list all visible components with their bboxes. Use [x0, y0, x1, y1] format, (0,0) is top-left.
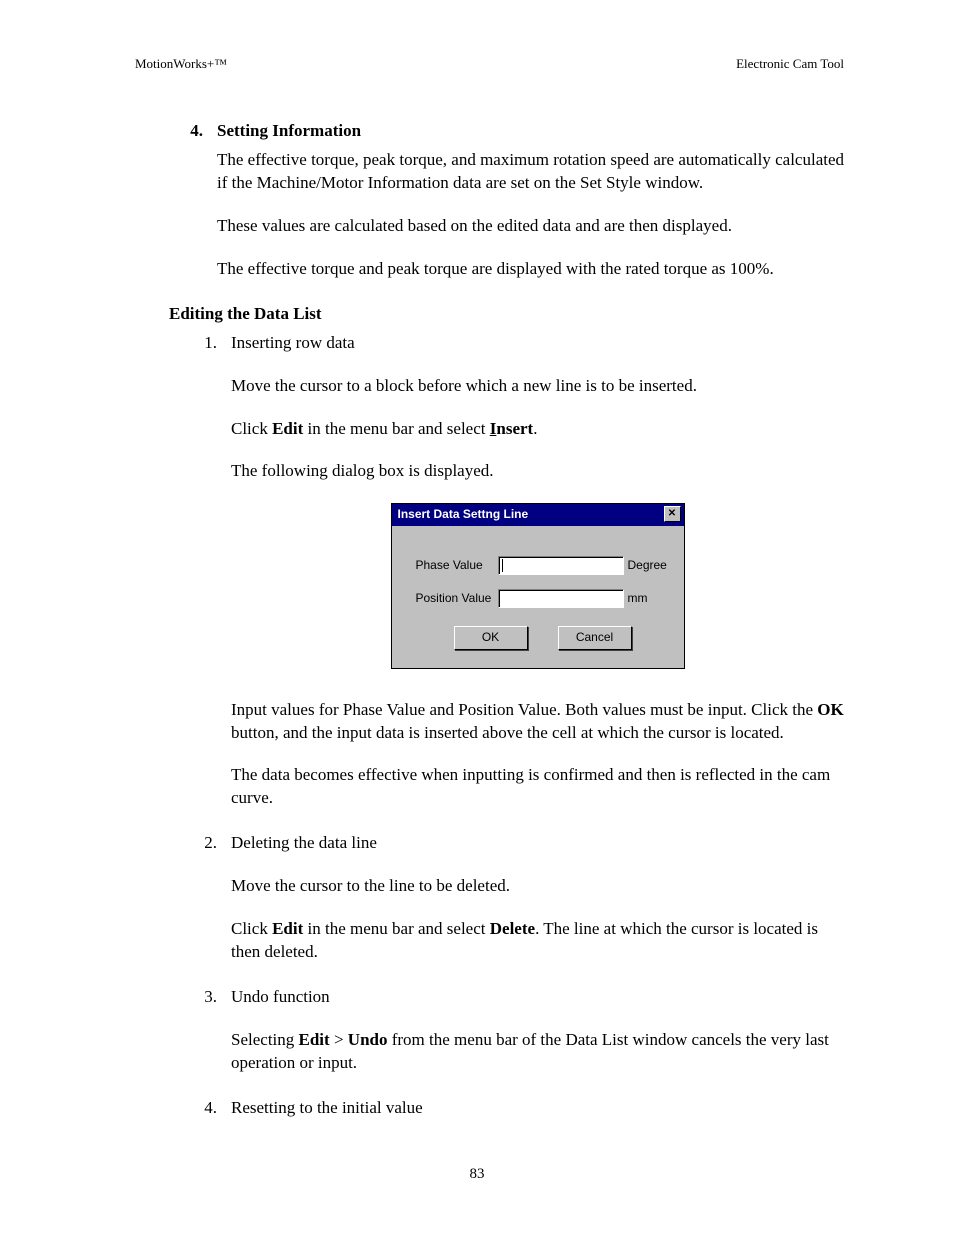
list-item-4: 4. Resetting to the initial value	[183, 1097, 844, 1140]
close-icon[interactable]: ✕	[664, 506, 681, 522]
body-text: The effective torque and peak torque are…	[217, 258, 844, 281]
dialog-titlebar: Insert Data Settng Line ✕	[392, 504, 684, 525]
body-text: Move the cursor to the line to be delete…	[231, 875, 844, 898]
body-text: The data becomes effective when inputtin…	[231, 764, 844, 810]
header-left: MotionWorks+™	[135, 56, 227, 72]
item-4-title: Resetting to the initial value	[231, 1097, 844, 1120]
section-4: 4. Setting Information The effective tor…	[169, 120, 844, 301]
list-number: 4.	[183, 1097, 231, 1140]
insert-data-dialog: Insert Data Settng Line ✕ Phase Value De…	[391, 503, 685, 668]
list-number: 3.	[183, 986, 231, 1095]
item-2-title: Deleting the data line	[231, 832, 844, 855]
dialog-title: Insert Data Settng Line	[398, 506, 529, 522]
ok-button[interactable]: OK	[454, 626, 528, 650]
list-item-1: 1. Inserting row data Move the cursor to…	[183, 332, 844, 831]
section-4-title: Setting Information	[217, 120, 844, 143]
list-number: 2.	[183, 832, 231, 984]
position-value-unit: mm	[624, 590, 670, 606]
page-number: 83	[0, 1166, 954, 1183]
phase-value-label: Phase Value	[416, 557, 498, 573]
body-text: Move the cursor to a block before which …	[231, 375, 844, 398]
position-value-input[interactable]	[498, 589, 624, 608]
body-text: The effective torque, peak torque, and m…	[217, 149, 844, 195]
body-text: Click Edit in the menu bar and select In…	[231, 418, 844, 441]
cancel-button[interactable]: Cancel	[558, 626, 632, 650]
list-number: 4.	[169, 120, 217, 301]
item-1-title: Inserting row data	[231, 332, 844, 355]
list-item-3: 3. Undo function Selecting Edit > Undo f…	[183, 986, 844, 1095]
body-text: The following dialog box is displayed.	[231, 460, 844, 483]
body-text: Selecting Edit > Undo from the menu bar …	[231, 1029, 844, 1075]
phase-value-unit: Degree	[624, 557, 670, 573]
body-text: These values are calculated based on the…	[217, 215, 844, 238]
page-content: 4. Setting Information The effective tor…	[135, 120, 844, 1140]
item-3-title: Undo function	[231, 986, 844, 1009]
page-header: MotionWorks+™ Electronic Cam Tool	[135, 56, 844, 72]
list-number: 1.	[183, 332, 231, 831]
position-value-label: Position Value	[416, 590, 498, 606]
list-item-2: 2. Deleting the data line Move the curso…	[183, 832, 844, 984]
body-text: Click Edit in the menu bar and select De…	[231, 918, 844, 964]
editing-data-list-heading: Editing the Data List	[169, 303, 844, 326]
header-right: Electronic Cam Tool	[736, 56, 844, 72]
phase-value-input[interactable]	[498, 556, 624, 575]
body-text: Input values for Phase Value and Positio…	[231, 699, 844, 745]
